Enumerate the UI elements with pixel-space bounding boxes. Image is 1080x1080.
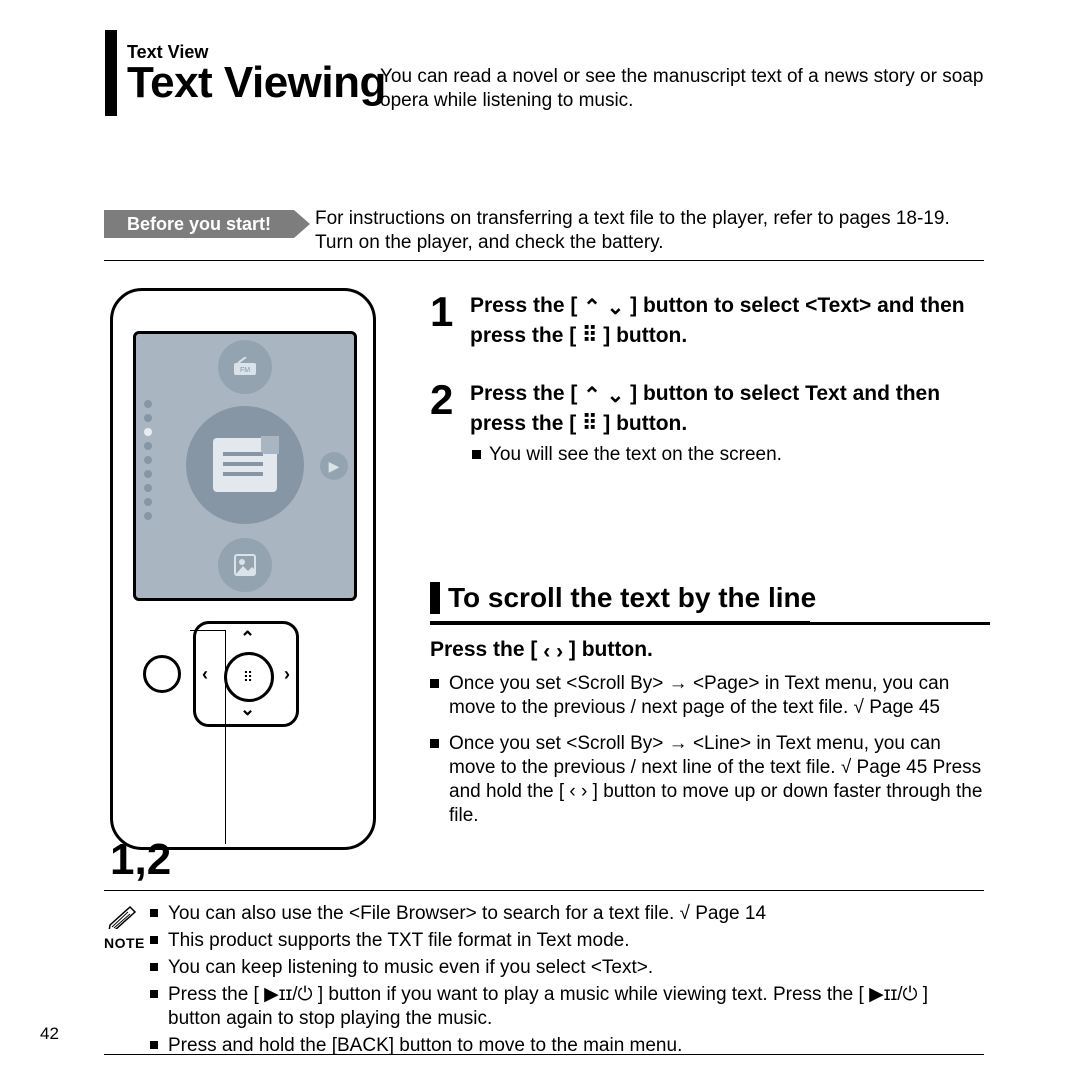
- list-item: Once you set <Scroll By> → <Line> in Tex…: [430, 732, 990, 828]
- step-2: 2 Press the [ ⌃ ⌄ ] button to select Tex…: [430, 380, 990, 466]
- callout-line: [225, 630, 226, 844]
- bullet-icon: [150, 963, 158, 971]
- bullet-icon: [150, 990, 158, 998]
- chevron-right-icon: ›: [556, 640, 563, 664]
- bullet-icon: [430, 739, 439, 748]
- step-1: 1 Press the [ ⌃ ⌄ ] button to select <Te…: [430, 292, 990, 350]
- step-number: 2: [430, 380, 460, 438]
- page-number: 42: [40, 1024, 59, 1044]
- divider: [104, 890, 984, 891]
- bullet-icon: [472, 450, 481, 459]
- step-text: Press the [ ⌃ ⌄ ] button to select Text …: [470, 380, 990, 438]
- device-step-callout: 1,2: [110, 835, 171, 885]
- page-intro: You can read a novel or see the manuscri…: [380, 65, 990, 113]
- before-you-start-label: Before you start!: [104, 210, 294, 238]
- dpad-down-icon: ⌄: [240, 699, 255, 720]
- step-subtext: You will see the text on the screen.: [489, 444, 782, 465]
- photo-icon: [218, 538, 272, 592]
- list-item: You can also use the <File Browser> to s…: [150, 902, 984, 926]
- before-you-start-text: For instructions on transferring a text …: [315, 207, 985, 255]
- chevron-up-icon: ⌃: [583, 294, 601, 322]
- chevron-down-icon: ⌄: [607, 294, 625, 322]
- chevron-up-icon: ⌃: [583, 382, 601, 410]
- chevron-down-icon: ⌄: [607, 382, 625, 410]
- bullet-icon: [150, 936, 158, 944]
- chevron-left-icon: ‹: [543, 640, 550, 664]
- device-illustration: FM ▶ ⌃ ⌄ ‹ › ⠿: [110, 288, 376, 850]
- subsection-press-line: Press the [ ‹ › ] button.: [430, 638, 653, 664]
- page-title: Text Viewing: [127, 58, 386, 107]
- bullet-icon: [150, 909, 158, 917]
- subsection-accent-bar: [430, 582, 440, 614]
- note-pencil-icon: [108, 905, 138, 934]
- dpad-right-icon: ›: [284, 664, 290, 685]
- list-item: Press the [ ▶ɪɪ/⏻ ] button if you want t…: [150, 983, 984, 1031]
- svg-text:FM: FM: [240, 367, 250, 374]
- device-dpad: ⌃ ⌄ ‹ › ⠿: [193, 621, 299, 727]
- divider: [104, 260, 984, 261]
- subsection-title: To scroll the text by the line: [448, 582, 816, 614]
- bullet-icon: [150, 1041, 158, 1049]
- header-accent-bar: [105, 30, 117, 116]
- text-file-icon: [186, 406, 304, 524]
- divider: [104, 1054, 984, 1055]
- callout-line: [190, 630, 226, 631]
- play-icon: ▶: [320, 452, 348, 480]
- divider: [430, 622, 990, 625]
- fm-radio-icon: FM: [218, 340, 272, 394]
- dpad-left-icon: ‹: [202, 664, 208, 685]
- list-item: You can keep listening to music even if …: [150, 956, 984, 980]
- step-number: 1: [430, 292, 460, 350]
- step-text: Press the [ ⌃ ⌄ ] button to select <Text…: [470, 292, 990, 350]
- screen-indicator-dots: [144, 394, 152, 526]
- dpad-center-icon: ⠿: [224, 652, 274, 702]
- list-item: This product supports the TXT file forma…: [150, 929, 984, 953]
- note-label: NOTE: [104, 935, 145, 951]
- dpad-up-icon: ⌃: [240, 628, 255, 649]
- device-side-button: [143, 655, 181, 693]
- bullet-icon: [430, 679, 439, 688]
- list-item: Once you set <Scroll By> → <Page> in Tex…: [430, 672, 990, 720]
